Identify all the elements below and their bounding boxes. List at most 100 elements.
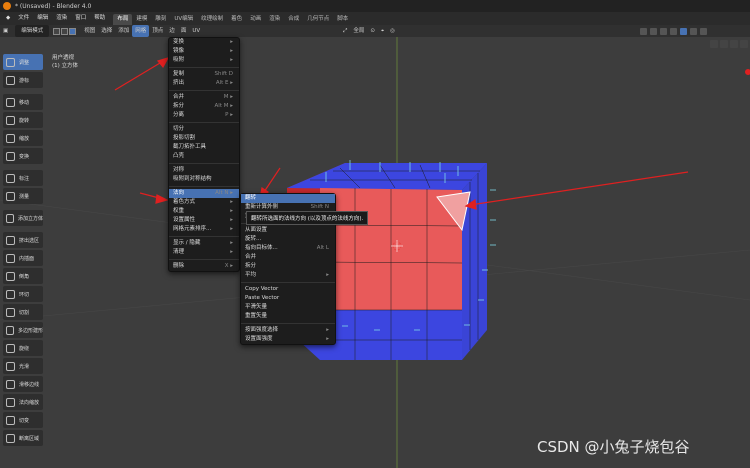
mesh-menu-item[interactable]: 网格元素排序... ▸ <box>169 225 239 234</box>
tool-0[interactable]: 调整 <box>3 54 43 70</box>
tool-1[interactable]: 游标 <box>3 72 43 88</box>
mesh-menu-item-shortcut: M ▸ <box>223 94 233 100</box>
mesh-menu-item[interactable]: 吸附到对称结构 <box>169 175 239 184</box>
tool-9[interactable]: 挤出选区 <box>3 232 43 248</box>
normals-menu-item[interactable]: 从面设置 <box>241 226 335 235</box>
normals-menu-item[interactable]: 重置矢量 <box>241 312 335 321</box>
mesh-menu-item[interactable]: 切分 <box>169 125 239 134</box>
tool-icon <box>6 173 15 183</box>
normals-menu-item-label: 平滑矢量 <box>245 304 268 310</box>
tool-18[interactable]: 法向缩放 <box>3 394 43 410</box>
mesh-menu-item[interactable]: 变换 ▸ <box>169 38 239 47</box>
mesh-menu-item[interactable]: 权重 ▸ <box>169 207 239 216</box>
normals-menu-item[interactable]: Copy Vector <box>241 285 335 294</box>
mesh-menu-item-shortcut: ▸ <box>230 57 233 63</box>
normals-menu-item[interactable]: 翻转 <box>241 194 335 203</box>
tool-shelf: 调整游标移动旋转缩放变换标注测量添加立方体挤出选区内插面倒角环切切割多边形建形旋… <box>3 54 43 448</box>
mesh-menu-item-shortcut: ▸ <box>230 217 233 223</box>
mesh-menu-item-shortcut: Alt E ▸ <box>215 80 233 86</box>
mesh-menu-item[interactable]: 着色方式 ▸ <box>169 198 239 207</box>
tool-7[interactable]: 测量 <box>3 188 43 204</box>
tool-6[interactable]: 标注 <box>3 170 43 186</box>
tool-icon <box>6 115 15 125</box>
tool-label: 切变 <box>19 417 30 424</box>
tool-label: 环切 <box>19 291 30 298</box>
normals-menu-item-shortcut: ▸ <box>326 336 329 342</box>
mesh-menu-item[interactable]: 删除 X ▸ <box>169 262 239 271</box>
mesh-menu-item-shortcut: Shift D <box>214 71 234 77</box>
mesh-menu-item-label: 显示 / 隐藏 <box>173 240 201 246</box>
mesh-menu-item[interactable]: 截刀拓扑工具 <box>169 143 239 152</box>
tool-14[interactable]: 多边形建形 <box>3 322 43 338</box>
menu-separator <box>169 163 239 164</box>
watermark-text: CSDN @小兔子烧包谷 <box>537 438 690 456</box>
tool-13[interactable]: 切割 <box>3 304 43 320</box>
normals-menu-item[interactable]: 指向目标体... Alt L <box>241 244 335 253</box>
normals-menu-item[interactable]: 平均 ▸ <box>241 271 335 280</box>
tool-16[interactable]: 光滑 <box>3 358 43 374</box>
mesh-menu-item[interactable]: 吸附 ▸ <box>169 56 239 65</box>
normals-menu-item[interactable]: 拆分 <box>241 262 335 271</box>
normals-menu-item[interactable]: 平滑矢量 <box>241 303 335 312</box>
mesh-menu-item-label: 挤出 <box>173 80 185 86</box>
mesh-menu-item[interactable]: 投影切割 <box>169 134 239 143</box>
tool-12[interactable]: 环切 <box>3 286 43 302</box>
tool-17[interactable]: 滑移边线 <box>3 376 43 392</box>
mesh-menu-item-label: 法向 <box>173 190 185 196</box>
tool-icon <box>6 57 15 67</box>
mesh-menu-item[interactable]: 镜像 ▸ <box>169 47 239 56</box>
mesh-menu-item-label: 删除 <box>173 263 185 269</box>
tool-label: 多边形建形 <box>17 327 43 334</box>
mesh-menu-item[interactable]: 复制 Shift D <box>169 70 239 79</box>
tool-icon <box>6 397 15 407</box>
tool-11[interactable]: 倒角 <box>3 268 43 284</box>
tool-label: 调整 <box>19 59 30 66</box>
tool-3[interactable]: 旋转 <box>3 112 43 128</box>
cube-mesh[interactable] <box>0 0 750 468</box>
tool-label: 断离区域 <box>19 435 40 442</box>
mesh-menu-item[interactable]: 显示 / 隐藏 ▸ <box>169 239 239 248</box>
mesh-menu-item-label: 变换 <box>173 39 185 45</box>
tool-label: 标注 <box>19 175 30 182</box>
tool-20[interactable]: 断离区域 <box>3 430 43 446</box>
mesh-menu-item[interactable]: 设置属性 ▸ <box>169 216 239 225</box>
normals-menu-item[interactable]: 设置面强度 ▸ <box>241 335 335 344</box>
tool-8[interactable]: 添加立方体 <box>3 210 43 226</box>
perspective-toggle-icon[interactable] <box>740 40 748 48</box>
mesh-menu-item[interactable]: 法向 Alt N ▸ <box>169 189 239 198</box>
mesh-menu-item[interactable]: 分离 P ▸ <box>169 111 239 120</box>
tool-label: 移动 <box>19 99 30 106</box>
mesh-menu-item-label: 分离 <box>173 112 185 118</box>
normals-menu-item-label: 合并 <box>245 254 257 260</box>
tool-4[interactable]: 缩放 <box>3 130 43 146</box>
tool-icon <box>6 271 15 281</box>
tool-19[interactable]: 切变 <box>3 412 43 428</box>
tool-10[interactable]: 内插面 <box>3 250 43 266</box>
tool-2[interactable]: 移动 <box>3 94 43 110</box>
mesh-menu-item[interactable]: 挤出 Alt E ▸ <box>169 79 239 88</box>
tool-icon <box>6 379 15 389</box>
mesh-menu-item[interactable]: 清理 ▸ <box>169 248 239 257</box>
normals-menu-item[interactable]: 旋转... <box>241 235 335 244</box>
normals-menu-item-shortcut: ▸ <box>326 272 329 278</box>
zoom-icon[interactable] <box>710 40 718 48</box>
view-label: 用户透视 <box>52 55 75 61</box>
mesh-menu-item[interactable]: 合并 M ▸ <box>169 93 239 102</box>
tool-icon <box>6 433 15 443</box>
tooltip: 翻转所选面的法线方向 (以及顶点的法线方向). <box>246 211 369 225</box>
mesh-menu-item-label: 凸壳 <box>173 153 185 159</box>
camera-view-icon[interactable] <box>730 40 738 48</box>
mesh-menu-item[interactable]: 对称 <box>169 166 239 175</box>
normals-menu-item[interactable]: Paste Vector <box>241 294 335 303</box>
tool-5[interactable]: 变换 <box>3 148 43 164</box>
mesh-menu-item[interactable]: 凸壳 <box>169 152 239 161</box>
tool-icon <box>6 133 15 143</box>
normals-menu-item[interactable]: 按面强度选择 ▸ <box>241 326 335 335</box>
normals-menu-item-label: 拆分 <box>245 263 257 269</box>
pan-icon[interactable] <box>720 40 728 48</box>
mesh-menu-item[interactable]: 拆分 Alt M ▸ <box>169 102 239 111</box>
mesh-menu-item-shortcut: ▸ <box>230 249 233 255</box>
tool-label: 游标 <box>19 77 30 84</box>
tool-15[interactable]: 旋绕 <box>3 340 43 356</box>
normals-menu-item[interactable]: 合并 <box>241 253 335 262</box>
